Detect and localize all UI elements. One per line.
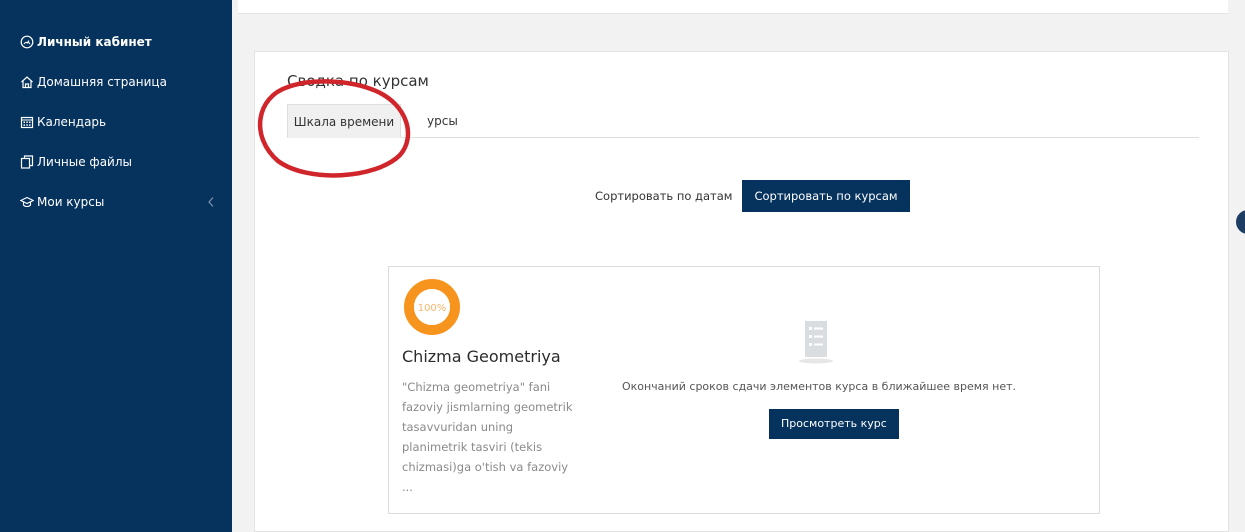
tab-timeline[interactable]: Шкала времени xyxy=(287,104,401,138)
calendar-icon xyxy=(20,115,34,129)
sort-by-dates-button[interactable]: Сортировать по датам xyxy=(595,189,742,203)
chevron-left-icon[interactable] xyxy=(206,195,216,209)
sidebar-item-calendar[interactable]: Календарь xyxy=(0,102,232,142)
top-header-strip xyxy=(238,0,1228,14)
sidebar: Личный кабинет Домашняя страница Календа… xyxy=(0,0,232,532)
view-course-button[interactable]: Просмотреть курс xyxy=(769,409,899,439)
sidebar-item-label: Личные файлы xyxy=(37,155,132,169)
progress-label: 100% xyxy=(418,303,447,314)
course-overview-block: Сводка по курсам Шкала времени урсы Сорт… xyxy=(254,51,1229,532)
sort-by-courses-button[interactable]: Сортировать по курсам xyxy=(742,180,910,212)
graduation-cap-icon xyxy=(20,195,34,209)
files-icon xyxy=(20,155,34,169)
course-summary: "Chizma geometriya" fani fazoviy jismlar… xyxy=(402,380,573,494)
sidebar-item-private-files[interactable]: Личные файлы xyxy=(0,142,232,182)
tab-courses[interactable]: урсы xyxy=(411,104,458,138)
dashboard-icon xyxy=(20,35,34,49)
home-icon xyxy=(20,75,34,89)
sidebar-item-home[interactable]: Домашняя страница xyxy=(0,62,232,102)
sidebar-item-dashboard[interactable]: Личный кабинет xyxy=(0,22,232,62)
drawer-toggle-button[interactable] xyxy=(1236,210,1245,234)
progress-chart: 100% xyxy=(404,279,460,335)
no-events-message: Окончаний сроков сдачи элементов курса в… xyxy=(621,380,1017,393)
sidebar-item-label: Календарь xyxy=(37,115,107,129)
block-title: Сводка по курсам xyxy=(287,72,429,90)
no-events-icon xyxy=(793,317,839,365)
course-name-link[interactable]: Chizma Geometriya xyxy=(402,347,561,366)
overview-tabs: Шкала времени урсы xyxy=(287,104,1199,138)
sidebar-item-my-courses[interactable]: Мои курсы xyxy=(0,182,232,222)
sidebar-item-label: Личный кабинет xyxy=(37,35,152,49)
sidebar-item-label: Домашняя страница xyxy=(37,75,167,89)
course-item: 100% Chizma Geometriya "Chizma geometriy… xyxy=(388,266,1100,514)
sort-controls: Сортировать по датам Сортировать по курс… xyxy=(595,180,910,212)
sidebar-item-label: Мои курсы xyxy=(37,195,105,209)
